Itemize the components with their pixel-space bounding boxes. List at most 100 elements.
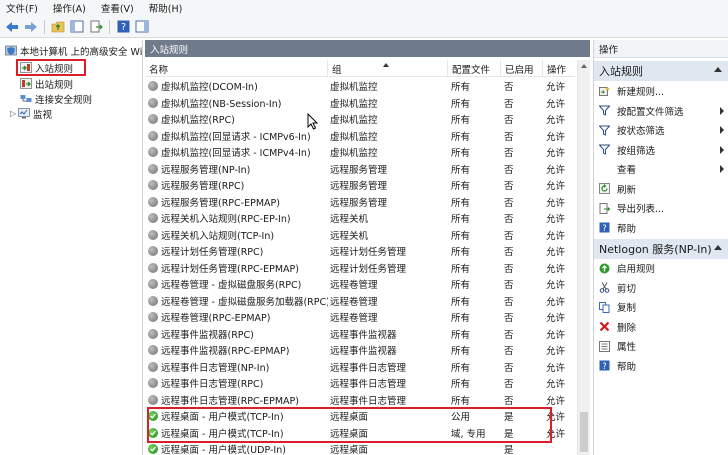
rule-row[interactable]: 远程事件监视器(RPC) 远程事件监视器 所有 否 允许	[145, 326, 575, 343]
rule-row[interactable]: 远程事件日志管理(RPC) 远程事件日志管理 所有 否 允许	[145, 375, 575, 392]
action-item[interactable]: 新建规则...	[594, 82, 728, 100]
rule-row[interactable]: 远程服务管理(RPC) 远程服务管理 所有 否 允许	[145, 177, 575, 194]
tree-root[interactable]: 本地计算机 上的高级安全 Wind	[5, 43, 142, 58]
rule-disabled-icon	[148, 279, 158, 290]
rule-row[interactable]: 远程卷管理 - 虚拟磁盘服务(RPC) 远程卷管理 所有 否 允许	[145, 276, 575, 293]
rule-profile-cell: 所有	[451, 276, 503, 293]
rule-enabled-cell-text: 否	[504, 98, 514, 110]
rule-group-cell: 远程事件监视器	[330, 326, 448, 343]
scroll-up-arrow-icon[interactable]	[581, 64, 587, 68]
action-item[interactable]: 属性	[594, 337, 728, 355]
rule-row[interactable]: 远程计划任务管理(RPC) 远程计划任务管理 所有 否 允许	[145, 243, 575, 260]
show-action-pane-icon[interactable]	[134, 19, 150, 35]
menu-help[interactable]: 帮助(H)	[149, 1, 183, 15]
rule-row[interactable]: 远程事件监视器(RPC-EPMAP) 远程事件监视器 所有 否 允许	[145, 342, 575, 359]
column-header-profile[interactable]: 配置文件	[448, 60, 501, 77]
action-item[interactable]: 导出列表...	[594, 199, 728, 217]
export-icon	[599, 202, 610, 214]
rule-row[interactable]: 远程服务管理(NP-In) 远程服务管理 所有 否 允许	[145, 161, 575, 178]
column-header-name[interactable]: 名称	[145, 60, 328, 77]
rule-row[interactable]: 远程关机入站规则(TCP-In) 远程关机 所有 否 允许	[145, 227, 575, 244]
collapse-caret-icon[interactable]	[714, 245, 722, 250]
action-item[interactable]: 按状态筛选	[594, 121, 728, 139]
actions-section-inbound-rules[interactable]: 入站规则	[594, 61, 728, 81]
action-item[interactable]: 删除	[594, 318, 728, 336]
export-icon[interactable]	[88, 19, 104, 35]
rule-row[interactable]: 远程服务管理(RPC-EPMAP) 远程服务管理 所有 否 允许	[145, 194, 575, 211]
show-tree-icon[interactable]	[69, 19, 85, 35]
action-item[interactable]: ? 帮助	[594, 357, 728, 375]
action-label: 刷新	[617, 184, 637, 196]
rule-row[interactable]: 远程桌面 - 用户模式(TCP-In) 远程桌面 域, 专用 是 允许	[145, 425, 575, 442]
rule-action-cell-text: 允许	[546, 148, 566, 160]
rule-profile-cell-text: 所有	[451, 263, 471, 275]
rule-group-cell-text: 远程桌面	[330, 445, 369, 455]
tree-item-outbound-rules[interactable]: 出站规则	[20, 76, 73, 91]
up-folder-icon[interactable]	[50, 19, 66, 35]
help-icon[interactable]: ?	[115, 19, 131, 35]
rule-name-cell-text: 远程事件日志管理(RPC-EPMAP)	[161, 395, 299, 407]
rule-enabled-cell: 否	[504, 78, 544, 95]
action-item[interactable]: 按配置文件筛选	[594, 102, 728, 120]
menu-file[interactable]: 文件(F)	[6, 1, 38, 15]
rule-group-cell-text: 远程服务管理	[330, 197, 388, 209]
rule-name-cell: 虚拟机监控(RPC)	[148, 111, 328, 128]
rule-row[interactable]: 虚拟机监控(回显请求 - ICMPv4-In) 虚拟机监控 所有 否 允许	[145, 144, 575, 161]
rule-row[interactable]: 远程计划任务管理(RPC-EPMAP) 远程计划任务管理 所有 否 允许	[145, 260, 575, 277]
rule-group-cell-text: 虚拟机监控	[330, 148, 378, 160]
rule-row[interactable]: 远程事件日志管理(RPC-EPMAP) 远程事件日志管理 所有 否 允许	[145, 392, 575, 409]
rule-group-cell-text: 远程计划任务管理	[330, 247, 407, 259]
tree-item-monitoring[interactable]: ▷ 监视	[10, 106, 52, 121]
column-header-action[interactable]: 操作	[543, 60, 575, 77]
rule-group-cell-text: 远程服务管理	[330, 164, 388, 176]
rule-row[interactable]: 远程桌面 - 用户模式(UDP-In) 远程桌面 是	[145, 441, 575, 455]
rule-row[interactable]: 虚拟机监控(回显请求 - ICMPv6-In) 虚拟机监控 所有 否 允许	[145, 128, 575, 145]
rule-row[interactable]: 虚拟机监控(NB-Session-In) 虚拟机监控 所有 否 允许	[145, 95, 575, 112]
rule-enabled-cell: 是	[504, 408, 544, 425]
rule-row[interactable]: 远程关机入站规则(RPC-EP-In) 远程关机 所有 否 允许	[145, 210, 575, 227]
rule-row[interactable]: 虚拟机监控(RPC) 虚拟机监控 所有 否 允许	[145, 111, 575, 128]
expand-arrow-icon[interactable]: ▷	[10, 109, 18, 118]
action-item[interactable]: 刷新	[594, 180, 728, 198]
rule-row[interactable]: 虚拟机监控(DCOM-In) 虚拟机监控 所有 否 允许	[145, 78, 575, 95]
tree-item-connection-security-rules[interactable]: 连接安全规则	[20, 91, 92, 106]
back-arrow-icon[interactable]	[4, 19, 20, 35]
vertical-scrollbar[interactable]	[577, 60, 590, 455]
rule-enabled-cell-text: 否	[504, 148, 514, 160]
forward-arrow-icon[interactable]	[23, 19, 39, 35]
rule-profile-cell-text: 所有	[451, 395, 471, 407]
action-label: 帮助	[617, 361, 637, 373]
rule-row[interactable]: 远程卷管理(RPC-EPMAP) 远程卷管理 所有 否 允许	[145, 309, 575, 326]
action-item[interactable]: 复制	[594, 298, 728, 316]
rules-list: 虚拟机监控(DCOM-In) 虚拟机监控 所有否允许 虚拟机监控(NB-Session…	[145, 78, 575, 455]
sort-ascending-icon	[383, 63, 389, 67]
rule-group-cell-text: 远程卷管理	[330, 296, 378, 308]
rule-row[interactable]: 远程事件日志管理(NP-In) 远程事件日志管理 所有 否 允许	[145, 359, 575, 376]
action-item[interactable]: ? 帮助	[594, 219, 728, 237]
action-item[interactable]: 剪切	[594, 279, 728, 297]
rule-group-cell: 远程事件监视器	[330, 342, 448, 359]
rule-group-cell: 虚拟机监控	[330, 111, 448, 128]
rule-enabled-cell: 否	[504, 342, 544, 359]
menu-view[interactable]: 查看(V)	[101, 1, 134, 15]
action-item[interactable]: 查看	[594, 160, 728, 178]
tree-item-inbound-rules[interactable]: 入站规则	[16, 59, 86, 76]
action-item[interactable]: 启用规则	[594, 259, 728, 277]
rule-action-cell: 允许	[546, 194, 575, 211]
rule-name-cell: 远程关机入站规则(TCP-In)	[148, 227, 328, 244]
scroll-thumb[interactable]	[580, 412, 588, 452]
rule-row[interactable]: 远程桌面 - 用户模式(TCP-In) 远程桌面 公用 是 允许	[145, 408, 575, 425]
actions-section-selected-rule[interactable]: Netlogon 服务(NP-In)	[594, 239, 728, 259]
rule-action-cell-text: 允许	[546, 412, 566, 424]
column-header-enabled[interactable]: 已启用	[501, 60, 543, 77]
collapse-caret-icon[interactable]	[714, 67, 722, 72]
action-item[interactable]: 按组筛选	[594, 141, 728, 159]
menu-action[interactable]: 操作(A)	[53, 1, 86, 15]
rule-disabled-icon	[148, 361, 158, 372]
rule-action-cell: 允许	[546, 309, 575, 326]
rule-enabled-cell-text: 否	[504, 379, 514, 391]
rule-disabled-icon	[148, 229, 158, 240]
rule-row[interactable]: 远程卷管理 - 虚拟磁盘服务加载器(RPC) 远程卷管理 所有 否 允许	[145, 293, 575, 310]
rule-enabled-cell: 否	[504, 359, 544, 376]
rule-name-cell: 远程计划任务管理(RPC-EPMAP)	[148, 260, 328, 277]
